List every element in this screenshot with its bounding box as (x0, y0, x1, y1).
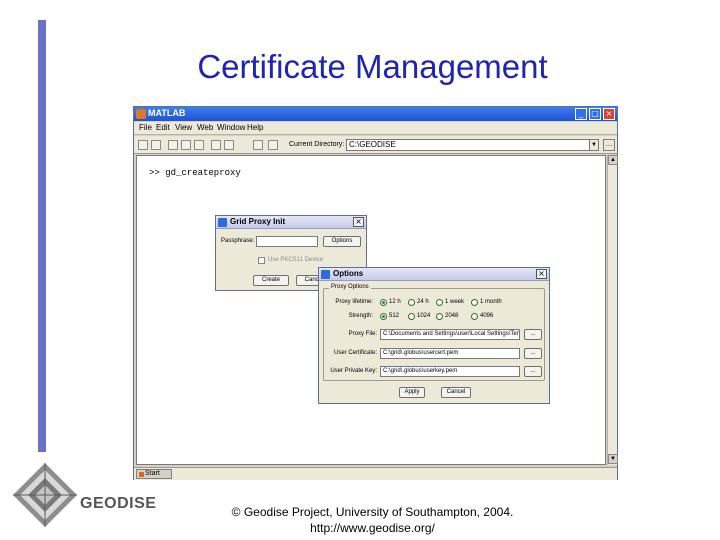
close-icon[interactable]: × (353, 217, 364, 227)
chevron-down-icon[interactable]: ▼ (589, 139, 599, 151)
footer-url[interactable]: http://www.geodise.org/ (0, 521, 720, 535)
options-title: Options (333, 269, 364, 278)
geodise-logo (13, 463, 77, 527)
menu-help[interactable]: Help (247, 123, 263, 132)
lifetime-option-1week: 1 week (445, 299, 465, 305)
vertical-scrollbar[interactable]: ▲ ▼ (607, 155, 618, 465)
cut-icon[interactable] (168, 140, 178, 150)
lifetime-option-12h: 12 h (389, 299, 401, 305)
dialog-title: Grid Proxy Init (230, 217, 286, 226)
simulink-icon[interactable] (253, 140, 263, 150)
proxy-file-input[interactable]: C:\Documents and Settings\user\Local Set… (380, 329, 520, 340)
lifetime-radio-1week[interactable] (436, 299, 443, 306)
strength-option-512: 512 (389, 313, 400, 319)
menu-window[interactable]: Window (217, 123, 245, 132)
lifetime-radio-1month[interactable] (471, 299, 478, 306)
matlab-logo-icon (136, 109, 146, 119)
pkcs11-checkbox[interactable] (258, 257, 265, 264)
matlab-title: MATLAB (148, 108, 186, 118)
current-directory-field[interactable]: C:\GEODISE (346, 139, 596, 151)
copy-icon[interactable] (181, 140, 191, 150)
strength-radio-512[interactable] (380, 313, 387, 320)
footer-copyright: © Geodise Project, University of Southam… (231, 505, 514, 519)
toolbar: Current Directory: C:\GEODISE ▼ … (134, 136, 617, 154)
matlab-titlebar: MATLAB _ □ × (134, 107, 617, 121)
proxy-options-label: Proxy Options (329, 284, 371, 290)
strength-radio-4096[interactable] (471, 313, 478, 320)
passphrase-input[interactable] (256, 236, 318, 247)
undo-icon[interactable] (211, 140, 221, 150)
browse-directory-button[interactable]: … (603, 139, 615, 151)
user-key-browse-button[interactable]: ... (524, 366, 542, 377)
strength-radio-1024[interactable] (408, 313, 415, 320)
redo-icon[interactable] (224, 140, 234, 150)
options-cancel-button[interactable]: Cancel (441, 387, 471, 398)
java-icon (218, 218, 227, 227)
java-icon (321, 270, 330, 279)
menu-view[interactable]: View (175, 123, 192, 132)
scroll-down-icon[interactable]: ▼ (608, 454, 618, 464)
create-button[interactable]: Create (253, 275, 289, 286)
proxy-file-browse-button[interactable]: ... (524, 329, 542, 340)
proxy-file-label: Proxy File: (348, 331, 377, 337)
lifetime-label: Proxy lifetime: (335, 299, 373, 305)
proxy-options-group: Proxy Options Proxy lifetime: 12 h 24 h … (323, 284, 545, 381)
close-icon[interactable]: × (536, 269, 547, 279)
start-button[interactable]: Start (136, 469, 172, 479)
options-titlebar: Options × (319, 268, 549, 281)
user-key-input[interactable]: C:\grid\.globus\userkey.pem (380, 366, 520, 377)
strength-option-4096: 4096 (480, 313, 494, 319)
lifetime-radio-24h[interactable] (408, 299, 415, 306)
current-directory-label: Current Directory: (289, 141, 345, 148)
scroll-up-icon[interactable]: ▲ (608, 155, 618, 165)
strength-radio-2048[interactable] (436, 313, 443, 320)
strength-option-1024: 1024 (417, 313, 431, 319)
strength-label: Strength: (348, 313, 373, 319)
statusbar: Start (134, 467, 617, 480)
paste-icon[interactable] (194, 140, 204, 150)
menu-edit[interactable]: Edit (156, 123, 170, 132)
lifetime-option-24h: 24 h (417, 299, 429, 305)
open-file-icon[interactable] (151, 140, 161, 150)
pkcs11-label: Use PKCS11 Device (268, 257, 323, 263)
dialog-titlebar: Grid Proxy Init × (216, 216, 366, 229)
user-cert-label: User Certificate: (333, 350, 377, 356)
help-icon[interactable] (268, 140, 278, 150)
lifetime-radio-12h[interactable] (380, 299, 387, 306)
user-cert-input[interactable]: C:\grid\.globus\usercert.pem (380, 348, 520, 359)
options-dialog: Options × Proxy Options Proxy lifetime: … (318, 267, 550, 404)
minimize-button[interactable]: _ (575, 108, 587, 120)
user-key-label: User Private Key: (330, 368, 377, 374)
menubar: File Edit View Web Window Help (134, 122, 617, 135)
apply-button[interactable]: Apply (399, 387, 425, 398)
close-button[interactable]: × (603, 108, 615, 120)
user-cert-browse-button[interactable]: ... (524, 348, 542, 359)
strength-option-2048: 2048 (445, 313, 459, 319)
menu-file[interactable]: File (139, 123, 152, 132)
start-icon (139, 472, 144, 477)
options-button[interactable]: Options (323, 236, 361, 247)
command-line: >> gd_createproxy (149, 168, 241, 178)
passphrase-label: Passphrase: (221, 238, 255, 244)
lifetime-option-1month: 1 month (480, 299, 502, 305)
maximize-button[interactable]: □ (589, 108, 601, 120)
new-file-icon[interactable] (138, 140, 148, 150)
slide-title: Certificate Management (197, 48, 548, 85)
menu-web[interactable]: Web (197, 123, 213, 132)
start-label: Start (145, 470, 160, 477)
